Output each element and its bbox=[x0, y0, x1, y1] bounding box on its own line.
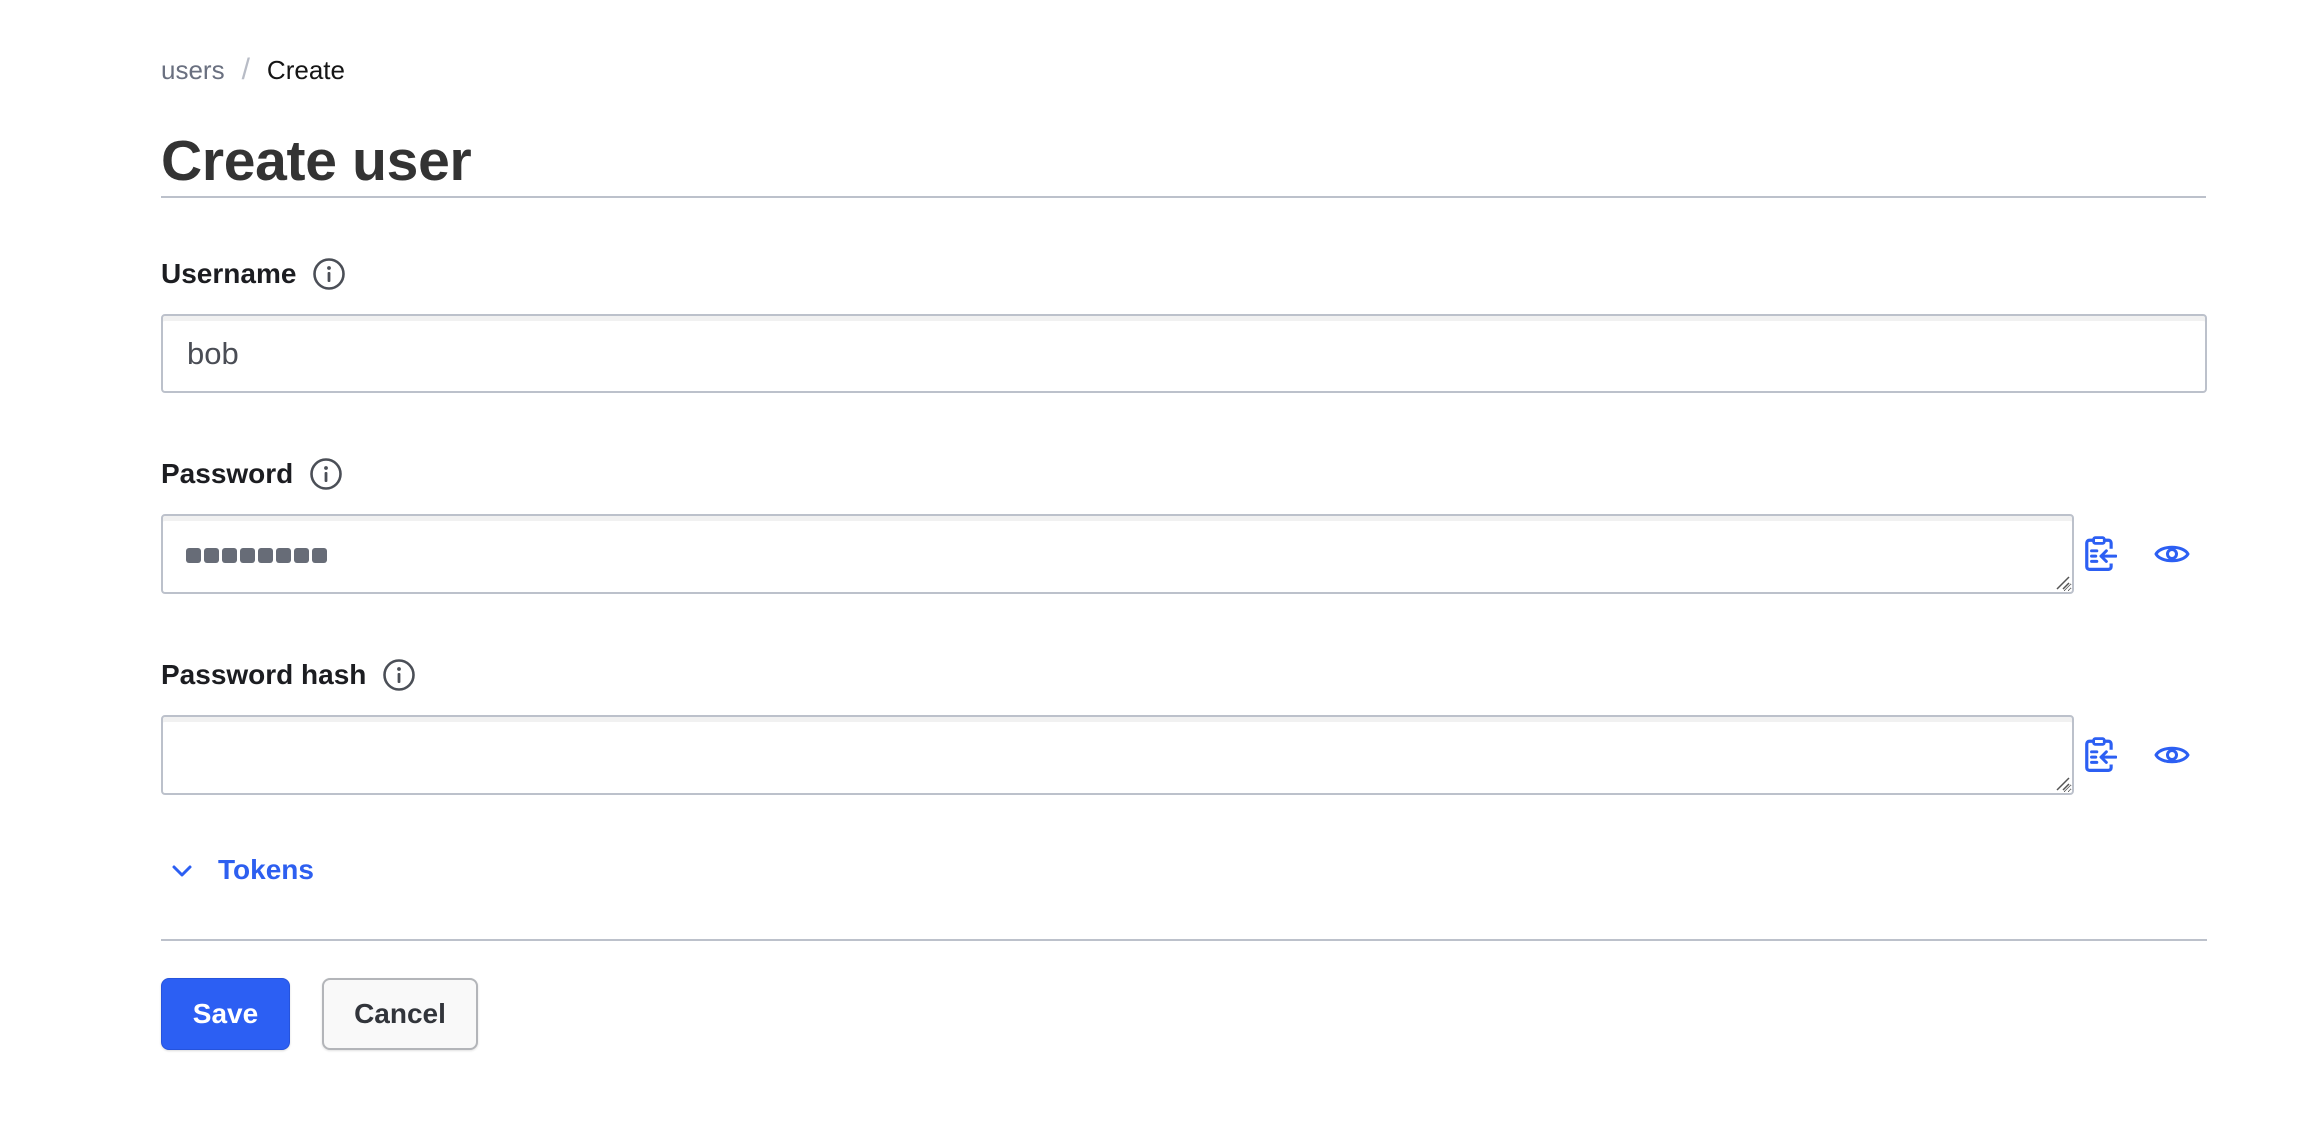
password-hash-show-button[interactable] bbox=[2152, 735, 2192, 775]
save-button[interactable]: Save bbox=[161, 978, 290, 1050]
breadcrumb-current: Create bbox=[266, 54, 345, 85]
tokens-expander[interactable]: Tokens bbox=[168, 852, 314, 888]
clipboard-paste-icon bbox=[2085, 737, 2117, 772]
password-mask-dot bbox=[204, 548, 219, 563]
info-circle-icon[interactable] bbox=[312, 257, 346, 291]
password-mask-dot bbox=[312, 548, 327, 563]
password-hash-label-text: Password hash bbox=[161, 659, 367, 690]
password-hash-paste-button[interactable] bbox=[2080, 735, 2120, 775]
username-label-text: Username bbox=[161, 258, 297, 289]
password-mask-dot bbox=[258, 548, 273, 563]
password-label-text: Password bbox=[161, 458, 294, 489]
form-divider bbox=[161, 939, 2207, 941]
cancel-button[interactable]: Cancel bbox=[322, 978, 478, 1050]
password-paste-button[interactable] bbox=[2080, 534, 2120, 574]
password-show-button[interactable] bbox=[2152, 534, 2192, 574]
breadcrumb: users / Create bbox=[161, 52, 345, 88]
chevron-down-icon bbox=[168, 856, 196, 884]
title-divider bbox=[161, 196, 2206, 198]
password-hash-label: Password hash bbox=[161, 657, 416, 693]
username-label: Username bbox=[161, 256, 346, 292]
password-masked-value bbox=[186, 548, 327, 563]
breadcrumb-separator: / bbox=[241, 53, 250, 86]
password-mask-dot bbox=[276, 548, 291, 563]
eye-icon bbox=[2154, 545, 2190, 563]
clipboard-paste-icon bbox=[2085, 536, 2117, 571]
password-mask-dot bbox=[222, 548, 237, 563]
info-circle-icon[interactable] bbox=[309, 457, 343, 491]
tokens-label: Tokens bbox=[218, 854, 314, 885]
password-label: Password bbox=[161, 456, 343, 492]
resize-grip-icon[interactable] bbox=[2055, 575, 2071, 591]
username-input[interactable] bbox=[161, 314, 2207, 393]
password-hash-textarea[interactable] bbox=[161, 715, 2074, 795]
eye-icon bbox=[2154, 746, 2190, 764]
info-circle-icon[interactable] bbox=[382, 658, 416, 692]
breadcrumb-users-link[interactable]: users bbox=[161, 55, 225, 86]
password-mask-dot bbox=[240, 548, 255, 563]
resize-grip-icon[interactable] bbox=[2055, 776, 2071, 792]
page-title: Create user bbox=[161, 129, 472, 193]
password-mask-dot bbox=[294, 548, 309, 563]
password-mask-dot bbox=[186, 548, 201, 563]
password-textarea[interactable] bbox=[161, 514, 2074, 594]
